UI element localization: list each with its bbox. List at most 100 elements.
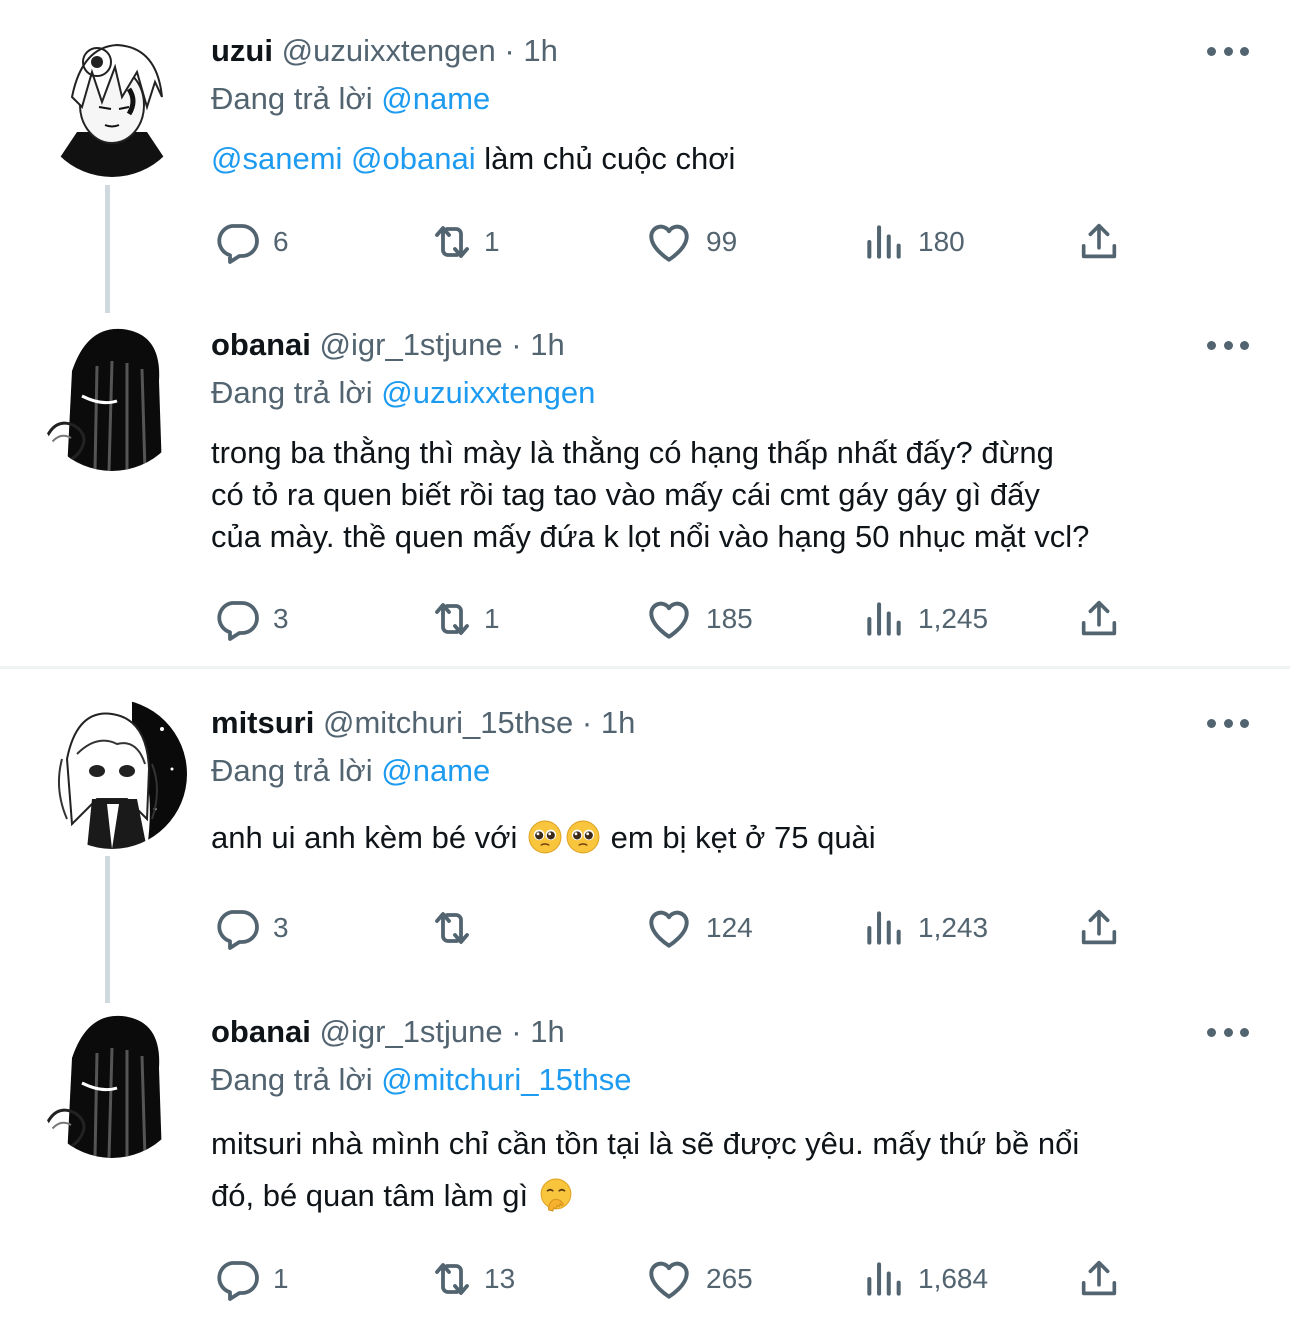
avatar[interactable] [37, 27, 187, 177]
retweet-button[interactable]: 1 [424, 217, 500, 267]
retweet-icon [424, 595, 480, 643]
tweet-text-line: trong ba thằng thì mày là thằng có hạng … [211, 435, 1054, 470]
share-icon [1076, 219, 1122, 265]
reply-button[interactable]: 3 [213, 594, 289, 644]
user-handle[interactable]: @mitchuri_15thse [323, 705, 573, 740]
replying-to: Đang trả lời @mitchuri_15thse [211, 1058, 632, 1102]
tweet-text-content: đó, bé quan tâm làm gì [211, 1178, 529, 1213]
views-icon [862, 597, 906, 641]
separator-dot: · [504, 33, 515, 68]
reply-count: 1 [273, 1263, 289, 1294]
views-icon [862, 220, 906, 264]
display-name[interactable]: obanai [211, 1014, 311, 1049]
tweet-text-line: của mày. thề quen mấy đứa k lọt nổi vào … [211, 519, 1090, 554]
retweet-icon [424, 218, 480, 266]
tweet-text-line: có tỏ ra quen biết rồi tag tao vào mấy c… [211, 477, 1040, 512]
more-icon[interactable] [1207, 323, 1249, 367]
reply-count: 3 [273, 603, 289, 634]
like-icon [644, 594, 694, 644]
action-bar: 1 13 265 1,684 [0, 1254, 1290, 1304]
retweet-button[interactable] [424, 903, 484, 953]
reply-to-mention[interactable]: @name [381, 753, 490, 788]
replying-label: Đang trả lời [211, 1062, 373, 1097]
tweet-text-content: làm chủ cuộc chơi [484, 141, 736, 176]
tweet-text: anh ui anh kèm bé với em bị kẹt ở 75 quà… [211, 817, 1261, 859]
like-button[interactable]: 99 [644, 217, 737, 267]
reply-button[interactable]: 3 [213, 903, 289, 953]
display-name[interactable]: obanai [211, 327, 311, 362]
avatar[interactable] [37, 699, 187, 849]
replying-to: Đang trả lời @name [211, 749, 490, 793]
avatar[interactable] [37, 321, 187, 471]
tweet-header: obanai @igr_1stjune · 1h [211, 1010, 565, 1054]
reply-button[interactable]: 6 [213, 217, 289, 267]
tweet-header: obanai @igr_1stjune · 1h [211, 323, 565, 367]
share-button[interactable] [1076, 217, 1122, 267]
like-icon [644, 1254, 694, 1304]
timestamp[interactable]: 1h [530, 327, 564, 362]
mention-link[interactable]: @sanemi [211, 141, 342, 176]
user-handle[interactable]: @igr_1stjune [320, 327, 503, 362]
view-count: 180 [918, 226, 965, 257]
views-button[interactable]: 180 [862, 217, 965, 267]
like-button[interactable]: 265 [644, 1254, 753, 1304]
timestamp[interactable]: 1h [601, 705, 635, 740]
replying-to: Đang trả lời @uzuixxtengen [211, 371, 595, 415]
reply-to-mention[interactable]: @uzuixxtengen [381, 375, 595, 410]
views-icon [862, 1257, 906, 1301]
display-name[interactable]: mitsuri [211, 705, 314, 740]
retweet-button[interactable]: 13 [424, 1254, 515, 1304]
mention-link[interactable]: @obanai [351, 141, 476, 176]
tweet-text: @sanemi @obanai làm chủ cuộc chơi [211, 137, 1261, 181]
tweet-text-line-wrap: đó, bé quan tâm làm gì [211, 1170, 1261, 1222]
share-button[interactable] [1076, 594, 1122, 644]
retweet-button[interactable]: 1 [424, 594, 500, 644]
user-handle[interactable]: @uzuixxtengen [282, 33, 496, 68]
views-button[interactable]: 1,245 [862, 594, 988, 644]
share-button[interactable] [1076, 903, 1122, 953]
more-icon[interactable] [1207, 1010, 1249, 1054]
tweet-text-content: em bị kẹt ở 75 quài [610, 820, 876, 855]
views-button[interactable]: 1,243 [862, 903, 988, 953]
tweet-header: mitsuri @mitchuri_15thse · 1h [211, 701, 635, 745]
action-bar: 3 124 1,243 [0, 903, 1290, 953]
like-button[interactable]: 185 [644, 594, 753, 644]
replying-label: Đang trả lời [211, 375, 373, 410]
more-icon[interactable] [1207, 29, 1249, 73]
retweet-icon [424, 1255, 480, 1303]
like-icon [644, 903, 694, 953]
reply-count: 3 [273, 912, 289, 943]
display-name[interactable]: uzui [211, 33, 273, 68]
retweet-icon [424, 904, 480, 952]
replying-label: Đang trả lời [211, 81, 373, 116]
tweet-header: uzui @uzuixxtengen · 1h [211, 29, 558, 73]
user-handle[interactable]: @igr_1stjune [320, 1014, 503, 1049]
reply-to-mention[interactable]: @mitchuri_15thse [381, 1062, 631, 1097]
reply-to-mention[interactable]: @name [381, 81, 490, 116]
separator-dot: · [581, 705, 593, 740]
timestamp[interactable]: 1h [530, 1014, 564, 1049]
views-icon [862, 906, 906, 950]
like-count: 185 [706, 603, 753, 634]
like-count: 99 [706, 226, 738, 257]
action-bar: 6 1 99 180 [0, 217, 1290, 267]
timestamp[interactable]: 1h [523, 33, 557, 68]
like-button[interactable]: 124 [644, 903, 753, 953]
replying-label: Đang trả lời [211, 753, 373, 788]
views-button[interactable]: 1,684 [862, 1254, 988, 1304]
reply-count: 6 [273, 226, 289, 257]
reply-button[interactable]: 1 [213, 1254, 289, 1304]
retweet-count: 1 [484, 603, 500, 634]
share-button[interactable] [1076, 1254, 1122, 1304]
tweet-text: trong ba thằng thì mày là thằng có hạng … [211, 432, 1261, 558]
tweet-text-line: mitsuri nhà mình chỉ cần tồn tại là sẽ đ… [211, 1126, 1080, 1161]
tweet-text: mitsuri nhà mình chỉ cần tồn tại là sẽ đ… [211, 1118, 1261, 1222]
more-icon[interactable] [1207, 701, 1249, 745]
avatar[interactable] [37, 1008, 187, 1158]
pleading-face-emoji [566, 820, 600, 854]
like-icon [644, 217, 694, 267]
action-bar: 3 1 185 1,245 [0, 594, 1290, 644]
tweet-text-content: anh ui anh kèm bé với [211, 820, 518, 855]
separator-dot: · [511, 327, 522, 362]
like-count: 124 [706, 912, 753, 943]
